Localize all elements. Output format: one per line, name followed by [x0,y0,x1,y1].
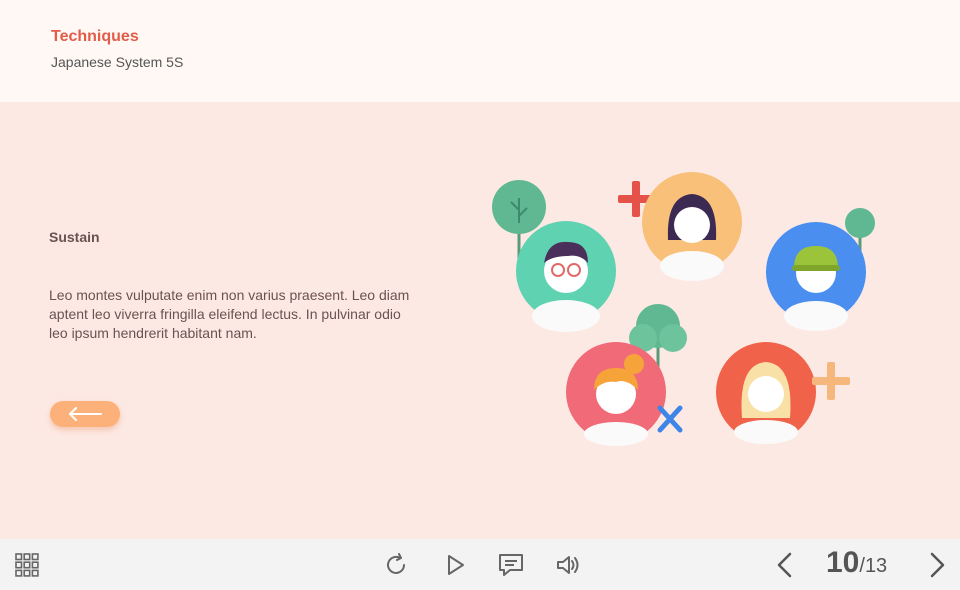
close-icon-blue [657,405,683,433]
replay-icon [387,553,405,574]
team-illustration [492,172,875,446]
plus-icon-peach [812,362,850,400]
course-title: Techniques [51,28,139,45]
next-slide-button[interactable] [926,551,950,579]
chevron-left-icon [777,552,792,578]
audio-button[interactable] [554,552,582,578]
arrow-left-icon [69,407,102,421]
player-controls: 10 / 13 [0,539,960,590]
play-button[interactable] [442,552,468,578]
page-indicator: 10 / 13 [826,546,887,582]
header: Techniques Japanese System 5S [0,0,960,102]
page-total: 13 [864,555,888,577]
avatar-coral-blonde [716,342,816,444]
avatar-pink-bun [566,342,666,446]
course-subtitle: Japanese System 5S [51,54,184,70]
avatar-blue-hat [766,222,866,331]
slide-content: Sustain Leo montes vulputate enim non va… [0,102,960,539]
speaker-icon [557,556,579,574]
back-button[interactable] [50,401,120,427]
menu-button[interactable] [14,553,40,577]
prev-slide-button[interactable] [772,551,796,579]
captions-button[interactable] [497,552,525,578]
page-current: 10 [826,546,860,579]
avatar-teal-glasses [516,221,616,332]
grid-icon [15,553,39,577]
replay-button[interactable] [384,552,410,578]
play-icon [448,555,464,575]
chat-bubble-icon [499,554,523,576]
body-text: Leo montes vulputate enim non varius pra… [49,287,410,341]
section-heading: Sustain [49,229,100,245]
avatar-orange-woman [642,172,742,281]
chevron-right-icon [930,552,945,578]
